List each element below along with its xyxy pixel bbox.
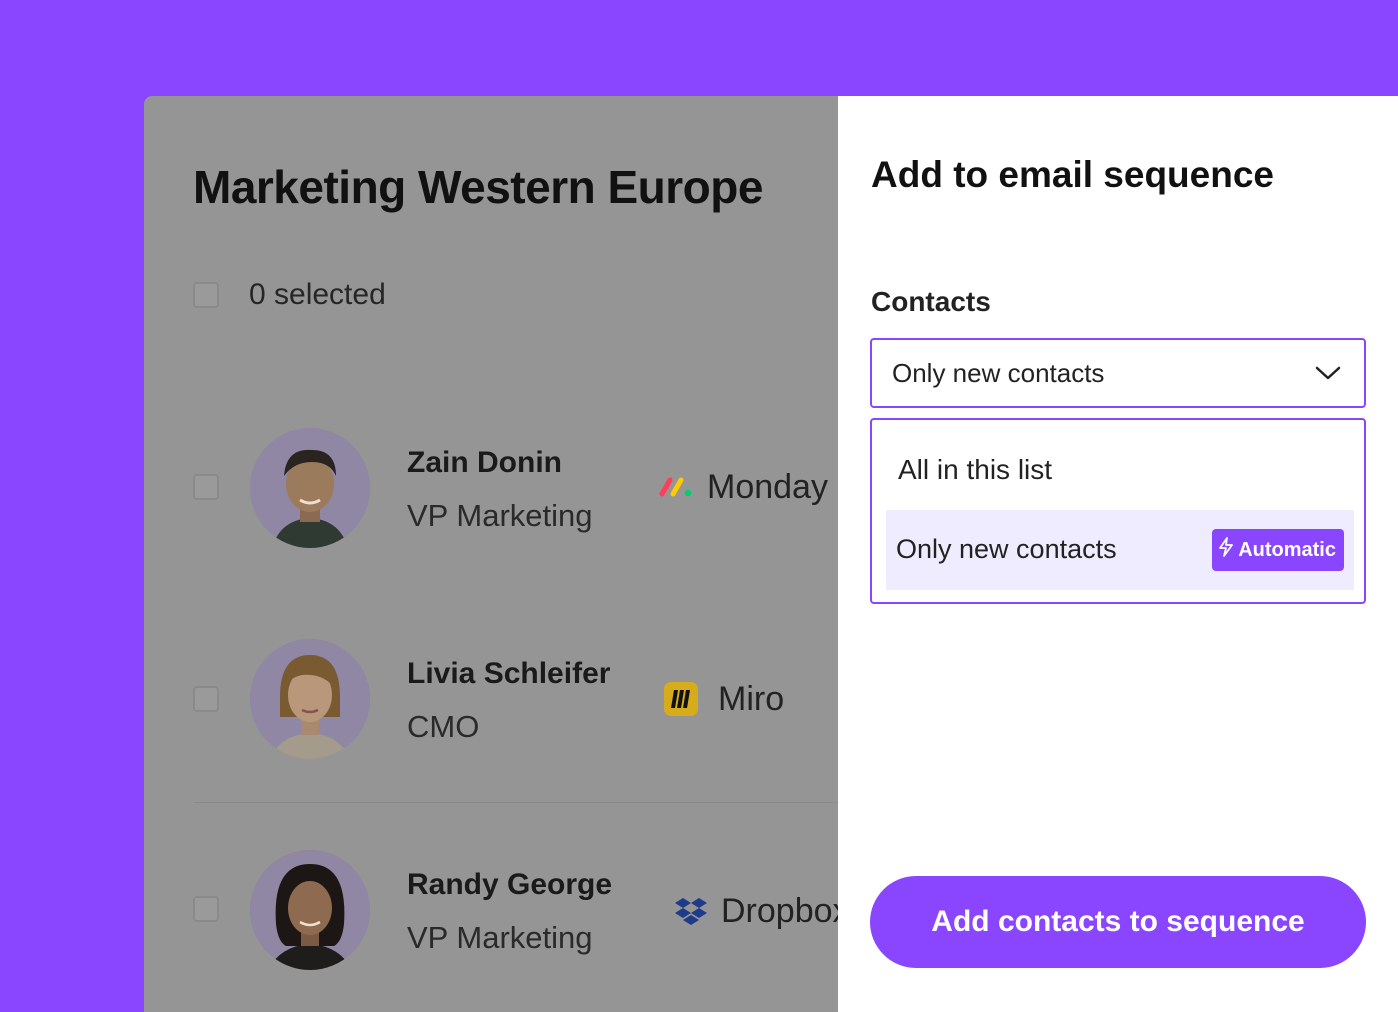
company-name: Dropbox bbox=[721, 892, 838, 930]
contact-role: CMO bbox=[407, 709, 480, 744]
select-value: Only new contacts bbox=[892, 358, 1105, 388]
company-name: Monday bbox=[707, 468, 828, 506]
contact-name: Livia Schleifer bbox=[407, 657, 611, 690]
chevron-down-icon[interactable] bbox=[1314, 364, 1342, 387]
lightning-icon bbox=[1218, 537, 1234, 563]
contact-checkbox[interactable] bbox=[193, 896, 219, 922]
avatar bbox=[250, 428, 370, 548]
option-label: All in this list bbox=[898, 454, 1053, 485]
select-all-checkbox[interactable] bbox=[193, 282, 219, 308]
list-title: Marketing Western Europe bbox=[193, 161, 763, 213]
contact-list-panel: Marketing Western Europe 0 selected Zain… bbox=[144, 96, 838, 1012]
list-divider bbox=[194, 802, 838, 803]
contact-name: Zain Donin bbox=[407, 446, 562, 479]
selected-count: 0 selected bbox=[249, 278, 386, 311]
automatic-badge: Automatic bbox=[1212, 529, 1344, 571]
option-label: Only new contacts bbox=[896, 534, 1117, 564]
contacts-label: Contacts bbox=[871, 286, 991, 317]
company-name: Miro bbox=[718, 680, 785, 718]
dropbox-logo-icon bbox=[674, 896, 708, 931]
monday-logo-icon bbox=[658, 474, 694, 505]
contact-role: VP Marketing bbox=[407, 920, 593, 955]
email-sequence-panel: Add to email sequence Contacts Only new … bbox=[838, 96, 1398, 1012]
contact-name: Randy George bbox=[407, 868, 613, 901]
panel-title: Add to email sequence bbox=[871, 154, 1274, 195]
contact-checkbox[interactable] bbox=[193, 686, 219, 712]
miro-logo-icon bbox=[664, 682, 698, 721]
avatar bbox=[250, 850, 370, 970]
option-all-in-list[interactable]: All in this list bbox=[876, 428, 1360, 510]
contact-checkbox[interactable] bbox=[193, 474, 219, 500]
contacts-dropdown-menu: All in this list Only new contacts Autom… bbox=[870, 418, 1366, 604]
add-contacts-button[interactable]: Add contacts to sequence bbox=[870, 876, 1366, 968]
option-only-new-contacts[interactable]: Only new contacts Automatic bbox=[886, 510, 1354, 590]
badge-label: Automatic bbox=[1238, 538, 1336, 561]
contact-role: VP Marketing bbox=[407, 498, 593, 533]
contacts-select[interactable]: Only new contacts bbox=[870, 338, 1366, 408]
avatar bbox=[250, 639, 370, 759]
